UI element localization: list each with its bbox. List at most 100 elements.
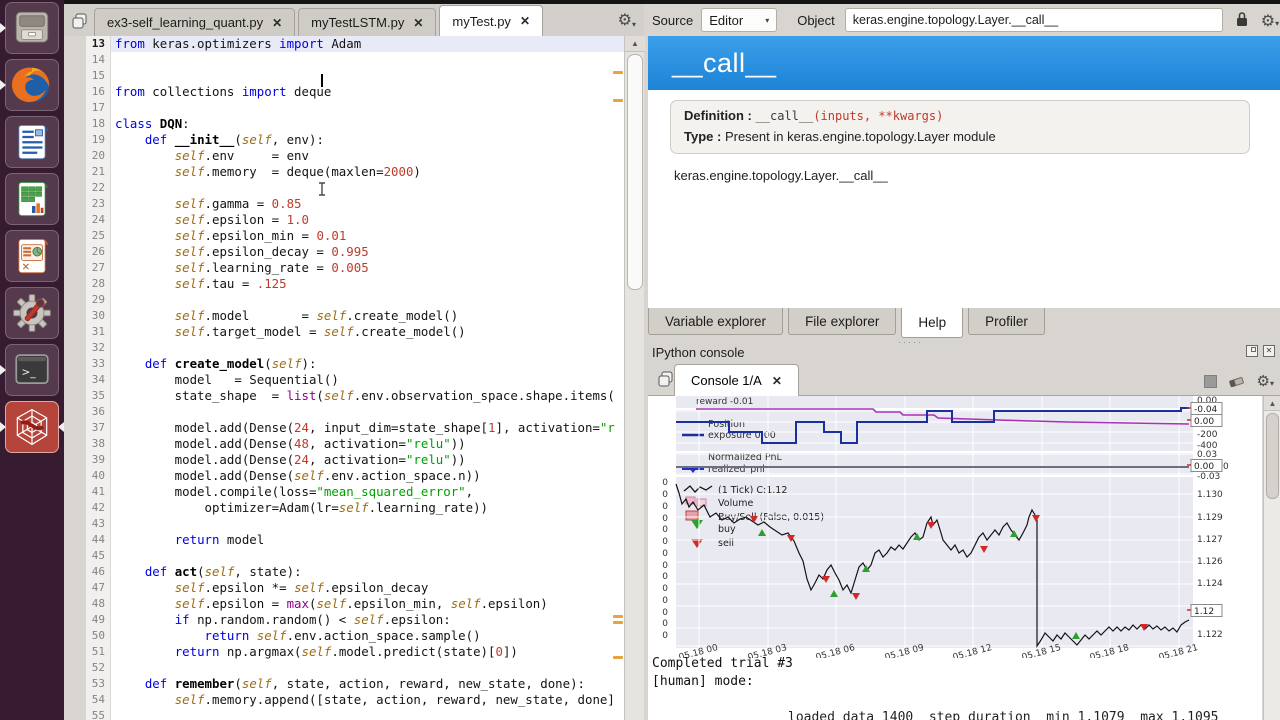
code-line[interactable]: 44 return model — [86, 532, 624, 548]
code-line[interactable]: 37 model.add(Dense(24, input_dim=state_s… — [86, 420, 624, 436]
editor-tab-label: myTest.py — [452, 14, 511, 29]
close-pane-icon[interactable]: ✕ — [1263, 345, 1275, 357]
code-line[interactable]: 27 self.learning_rate = 0.005 — [86, 260, 624, 276]
console-scrollbar[interactable]: ▲ — [1263, 396, 1280, 720]
panel-tabbar: Variable explorer File explorer Help Pro… — [648, 308, 1280, 340]
code-line[interactable]: 48 self.epsilon = max(self.epsilon_min, … — [86, 596, 624, 612]
editor-tab-ex3[interactable]: ex3-self_learning_quant.py ✕ — [94, 8, 295, 36]
scroll-up-arrow[interactable]: ▲ — [625, 36, 645, 52]
definition-box: Definition : __call__(inputs, **kwargs) … — [670, 100, 1250, 154]
launcher-item-firefox[interactable] — [5, 59, 59, 111]
code-line[interactable]: 47 self.epsilon *= self.epsilon_decay — [86, 580, 624, 596]
code-marker — [613, 615, 623, 618]
code-line[interactable]: 51 return np.argmax(self.model.predict(s… — [86, 644, 624, 660]
console-options-button[interactable]: ⚙▾ — [1257, 372, 1274, 390]
code-line[interactable]: 23 self.gamma = 0.85 — [86, 196, 624, 212]
code-line[interactable]: 41 model.compile(loss="mean_squared_erro… — [86, 484, 624, 500]
code-line[interactable]: 26 self.epsilon_decay = 0.995 — [86, 244, 624, 260]
lock-icon[interactable] — [1235, 11, 1249, 30]
browse-tabs-button[interactable] — [70, 11, 90, 31]
code-line[interactable]: 40 model.add(Dense(self.env.action_space… — [86, 468, 624, 484]
code-line[interactable]: 18class DQN: — [86, 116, 624, 132]
legend-reward: reward -0.01 — [696, 397, 753, 407]
code-line[interactable]: 50 return self.env.action_space.sample() — [86, 628, 624, 644]
console-scrollbar-thumb[interactable] — [1266, 413, 1279, 499]
tab-profiler[interactable]: Profiler — [968, 308, 1045, 335]
code-line[interactable]: 25 self.epsilon_min = 0.01 — [86, 228, 624, 244]
editor-scrollbar-thumb[interactable] — [627, 54, 643, 290]
tab-file-explorer[interactable]: File explorer — [788, 308, 896, 335]
tab-variable-explorer[interactable]: Variable explorer — [648, 308, 783, 335]
svg-text:-0.03: -0.03 — [1197, 472, 1220, 482]
code-line[interactable]: 46 def act(self, state): — [86, 564, 624, 580]
code-line[interactable]: 17 — [86, 100, 624, 116]
code-line[interactable]: 21 self.memory = deque(maxlen=2000) — [86, 164, 624, 180]
close-tab-icon[interactable]: ✕ — [520, 14, 530, 28]
code-line[interactable]: 32 — [86, 340, 624, 356]
code-line[interactable]: 13from keras.optimizers import Adam — [86, 36, 624, 52]
code-line[interactable]: 31 self.target_model = self.create_model… — [86, 324, 624, 340]
code-line[interactable]: 55 — [86, 708, 624, 720]
code-line[interactable]: 36 — [86, 404, 624, 420]
source-label: Source — [652, 13, 693, 28]
console-output[interactable]: reward -0.01 Position exposure 0.00 Norm… — [648, 396, 1262, 720]
launcher-item-spyder[interactable] — [5, 401, 59, 453]
console-tab[interactable]: Console 1/A ✕ — [674, 364, 799, 396]
code-line[interactable]: 20 self.env = env — [86, 148, 624, 164]
code-line[interactable]: 52 — [86, 660, 624, 676]
code-line[interactable]: 34 model = Sequential() — [86, 372, 624, 388]
code-line[interactable]: 15 — [86, 68, 624, 84]
undock-pane-icon[interactable] — [1246, 345, 1258, 357]
launcher-item-writer[interactable] — [5, 116, 59, 168]
close-tab-icon[interactable]: ✕ — [772, 374, 782, 388]
launcher-item-calc[interactable] — [5, 173, 59, 225]
editor-scrollbar[interactable]: ▲ — [624, 36, 644, 720]
svg-text:0: 0 — [662, 514, 668, 524]
launcher-item-files[interactable] — [5, 2, 59, 54]
close-tab-icon[interactable]: ✕ — [413, 16, 423, 30]
scroll-up-arrow[interactable]: ▲ — [1264, 396, 1280, 411]
interrupt-kernel-icon[interactable] — [1204, 375, 1217, 388]
source-select[interactable]: Editor▾ — [701, 8, 777, 32]
code-line[interactable]: 45 — [86, 548, 624, 564]
help-options-button[interactable]: ⚙▾ — [1261, 11, 1279, 30]
browse-consoles-button[interactable] — [656, 369, 676, 389]
code-line[interactable]: 43 — [86, 516, 624, 532]
terminal-icon: >_ — [10, 349, 54, 391]
code-line[interactable]: 39 model.add(Dense(24, activation="relu"… — [86, 452, 624, 468]
help-title: __call__ — [648, 36, 1280, 90]
object-label: Object — [797, 13, 835, 28]
code-line[interactable]: 14 — [86, 52, 624, 68]
launcher-item-impress[interactable] — [5, 230, 59, 282]
eraser-icon[interactable] — [1228, 374, 1246, 389]
code-line[interactable]: 54 self.memory.append([state, action, re… — [86, 692, 624, 708]
editor-tab-mytest[interactable]: myTest.py ✕ — [439, 5, 543, 36]
tab-help[interactable]: Help — [901, 308, 963, 338]
launcher-item-settings[interactable] — [5, 287, 59, 339]
legend-buy: buy — [718, 524, 736, 535]
svg-text:0: 0 — [662, 584, 668, 594]
code-line[interactable]: 22 — [86, 180, 624, 196]
code-line[interactable]: 19 def __init__(self, env): — [86, 132, 624, 148]
close-tab-icon[interactable]: ✕ — [272, 16, 282, 30]
object-input[interactable] — [845, 8, 1223, 32]
code-line[interactable]: 33 def create_model(self): — [86, 356, 624, 372]
svg-text:0: 0 — [1223, 462, 1229, 472]
launcher-item-terminal[interactable]: >_ — [5, 344, 59, 396]
svg-text:1.126: 1.126 — [1197, 557, 1223, 567]
svg-text:0: 0 — [662, 490, 668, 500]
code-line[interactable]: 28 self.tau = .125 — [86, 276, 624, 292]
code-editor[interactable]: 13from keras.optimizers import Adam14151… — [86, 36, 624, 720]
editor-options-button[interactable]: ⚙▾ — [618, 10, 636, 29]
code-line[interactable]: 42 optimizer=Adam(lr=self.learning_rate)… — [86, 500, 624, 516]
editor-tab-mytestlstm[interactable]: myTestLSTM.py ✕ — [298, 8, 436, 36]
code-line[interactable]: 49 if np.random.random() < self.epsilon: — [86, 612, 624, 628]
code-line[interactable]: 29 — [86, 292, 624, 308]
code-line[interactable]: 53 def remember(self, state, action, rew… — [86, 676, 624, 692]
code-line[interactable]: 30 self.model = self.create_model() — [86, 308, 624, 324]
code-line[interactable]: 38 model.add(Dense(48, activation="relu"… — [86, 436, 624, 452]
help-pane: Source Editor▾ Object ⚙▾ __call__ Defini… — [648, 4, 1280, 720]
code-line[interactable]: 16from collections import deque — [86, 84, 624, 100]
code-line[interactable]: 35 state_shape = list(self.env.observati… — [86, 388, 624, 404]
code-line[interactable]: 24 self.epsilon = 1.0 — [86, 212, 624, 228]
